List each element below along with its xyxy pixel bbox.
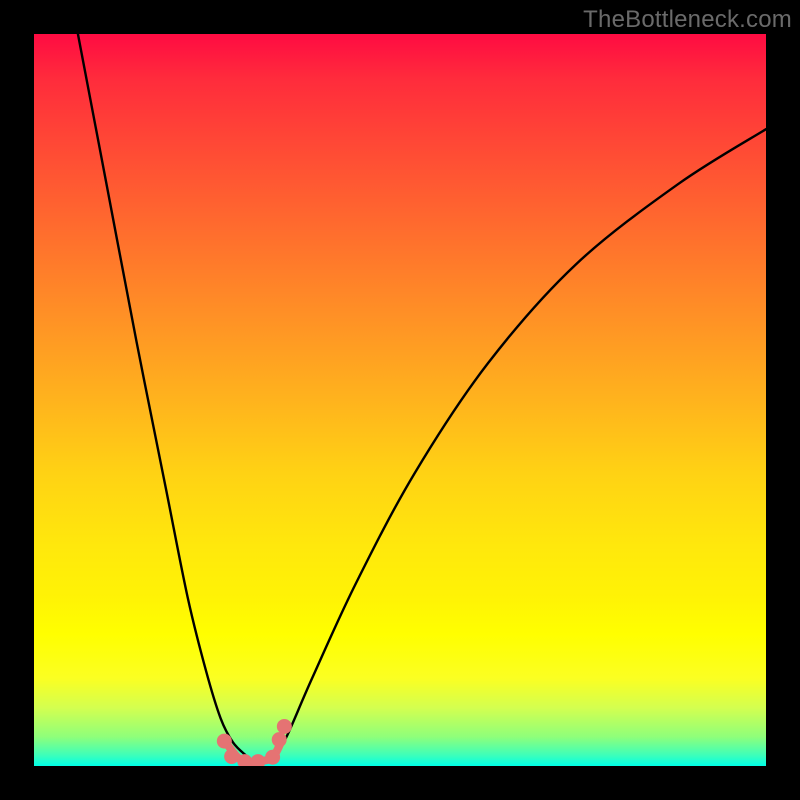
plot-area	[34, 34, 766, 766]
valley-marker	[272, 732, 287, 747]
valley-marker	[277, 719, 292, 734]
valley-marker	[250, 754, 265, 766]
valley-marker	[217, 734, 232, 749]
valley-marker	[265, 750, 280, 765]
curve-right-branch	[274, 129, 766, 756]
watermark-label: TheBottleneck.com	[583, 6, 792, 34]
valley-marker	[224, 749, 239, 764]
curve-left-branch	[78, 34, 246, 756]
chart-svg	[34, 34, 766, 766]
valley-markers-group	[217, 719, 292, 766]
chart-frame: TheBottleneck.com	[0, 0, 800, 800]
